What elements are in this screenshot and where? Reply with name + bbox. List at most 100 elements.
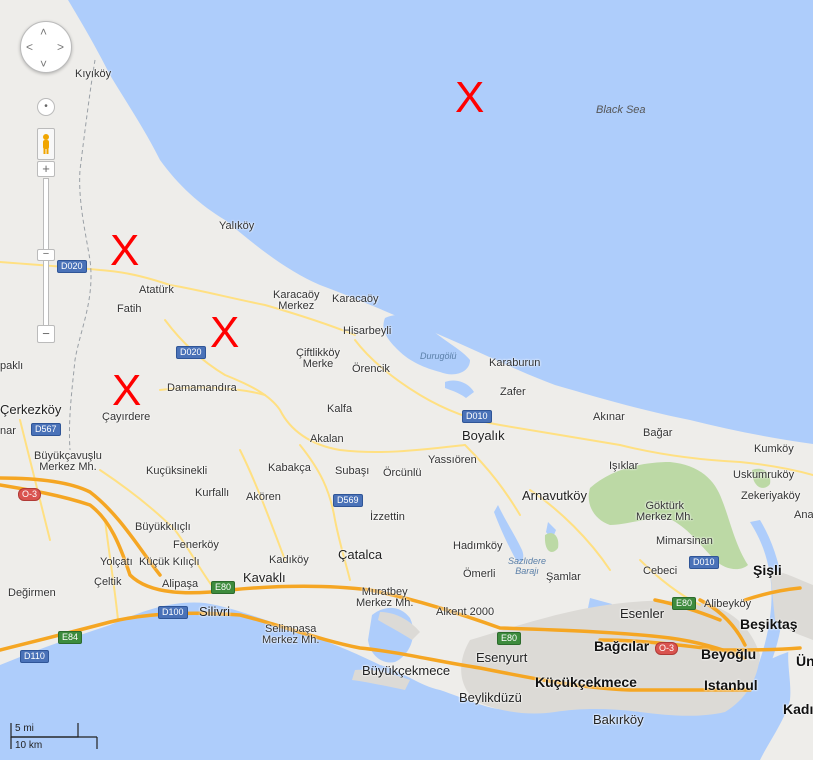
- place-kadikoy: Kadıköy: [269, 554, 309, 566]
- place-bakirkoy: Bakırköy: [593, 712, 644, 727]
- place-zafer: Zafer: [500, 386, 526, 398]
- place-omerli: Ömerli: [463, 568, 496, 580]
- pan-right-icon[interactable]: ˃: [57, 41, 64, 53]
- place-pakli: paklı: [0, 360, 24, 372]
- center-icon[interactable]: •: [37, 98, 55, 116]
- place-esenyurt: Esenyurt: [476, 650, 528, 665]
- place-ana: Ana: [794, 509, 813, 521]
- place-akalan: Akalan: [310, 433, 344, 445]
- place-boyalik: Boyalık: [462, 428, 505, 443]
- place-ataturk: Atatürk: [139, 284, 174, 296]
- place-arnavutkoy: Arnavutköy: [522, 488, 588, 503]
- pan-up-icon[interactable]: ˄: [40, 26, 47, 38]
- place-karaburun: Karaburun: [489, 357, 541, 369]
- shield-e80: E80: [497, 632, 522, 645]
- place-un: Ün: [796, 653, 813, 669]
- place-orencik: Örencik: [352, 363, 390, 375]
- place-samlar: Şamlar: [546, 571, 581, 583]
- shield-d020-west: D020: [57, 260, 87, 273]
- shield-o3-west: O-3: [18, 488, 42, 501]
- shield-d020: D020: [176, 346, 206, 359]
- place-kucukcekmece: Küçükçekmece: [535, 674, 637, 690]
- place-beylikduzu: Beylikdüzü: [459, 690, 522, 705]
- place-izzettin: İzzettin: [370, 511, 405, 523]
- place-yalikoy: Yalıköy: [219, 220, 255, 232]
- place-cerkezkoy: Çerkezköy: [0, 402, 62, 417]
- place-zekeriyakoy: Zekeriyaköy: [741, 490, 801, 502]
- place-hisarbeyli: Hisarbeyli: [343, 325, 392, 337]
- place-buyukcavuslu: Büyükçavuşlu Merkez Mh.: [34, 450, 102, 473]
- pan-control[interactable]: ˄ ˅ ˂ ˃: [20, 21, 72, 73]
- marker-x-south: X: [112, 366, 142, 415]
- shield-d010-east: D010: [689, 556, 719, 569]
- place-agacli: Bağar: [643, 427, 673, 439]
- place-cebeci: Cebeci: [643, 565, 678, 577]
- place-esenler: Esenler: [620, 606, 665, 621]
- shield-e84: E84: [58, 631, 83, 644]
- place-catalca: Çatalca: [338, 547, 383, 562]
- shield-d567: D567: [31, 423, 61, 436]
- place-yolcati: Yolçatı: [100, 556, 133, 568]
- place-selimpasa: Selimpaşa Merkez Mh.: [262, 623, 320, 646]
- pegman-icon[interactable]: [37, 128, 55, 160]
- place-uskumrukoy: Uskumruköy: [733, 469, 795, 481]
- shield-d100: D100: [158, 606, 188, 619]
- place-isiklar: Işıklar: [609, 460, 639, 472]
- place-kurfalli: Kurfallı: [195, 487, 230, 499]
- place-bagcilar: Bağcılar: [594, 638, 650, 654]
- zoom-slider-handle[interactable]: −: [37, 249, 55, 261]
- place-akpinar: Akınar: [593, 411, 625, 423]
- place-ciftlikkoy: Çiftlikköy Merke: [296, 347, 341, 370]
- place-kucuk-kilicli: Küçük Kılıçlı: [139, 556, 200, 568]
- place-karacakoy: Karacaöy: [332, 293, 379, 305]
- marker-x-black-sea: X: [455, 73, 485, 122]
- label-sazlidere: Sazlıdere Barajı: [507, 556, 547, 576]
- place-kabakca: Kabakça: [268, 462, 311, 474]
- zoom-in-button[interactable]: +: [37, 161, 55, 177]
- place-mimarsinan: Mimarsinan: [656, 535, 713, 547]
- shield-d110: D110: [20, 650, 49, 663]
- shield-e80-west: E80: [211, 581, 236, 594]
- place-alibeykoy: Alibeyköy: [704, 598, 752, 610]
- scale-miles: 5 mi: [15, 723, 34, 734]
- pan-down-icon[interactable]: ˅: [40, 58, 47, 70]
- place-buyukcekmece: Büyükçekmece: [362, 663, 451, 678]
- place-muratbey: Muratbey Merkez Mh.: [356, 586, 414, 609]
- marker-x-central: X: [210, 308, 240, 357]
- place-degirmen: Değirmen: [8, 587, 56, 599]
- place-alipasa: Alipaşa: [162, 578, 199, 590]
- shield-d010: D010: [462, 410, 492, 423]
- place-besiktas: Beşiktaş: [740, 616, 798, 632]
- place-fenerkoy: Fenerköy: [173, 539, 219, 551]
- place-karacakoy-merkez: Karacaöy Merkez: [273, 289, 320, 312]
- pegman-figure: [43, 134, 49, 154]
- place-kalfa: Kalfa: [327, 403, 353, 415]
- place-akoren: Akören: [246, 491, 281, 503]
- place-orcunlu: Örcünlü: [383, 467, 422, 479]
- place-kucuksinekli: Kuçüksinekli: [146, 465, 208, 477]
- place-kiyikoy: Kıyıköy: [75, 68, 112, 80]
- label-black-sea: Black Sea: [596, 104, 646, 116]
- place-fatih: Fatih: [117, 303, 142, 315]
- scale-km: 10 km: [15, 740, 43, 751]
- place-kadi: Kadı: [783, 701, 813, 717]
- place-damamandira: Damamandıra: [167, 382, 237, 394]
- shield-e80-east: E80: [672, 597, 697, 610]
- place-gokturk: Göktürk Merkez Mh.: [636, 500, 694, 523]
- place-silivri: Silivri: [199, 604, 231, 619]
- marker-x-north: X: [110, 226, 140, 275]
- place-kavakli: Kavaklı: [243, 570, 286, 585]
- shield-d569: D569: [333, 494, 363, 507]
- pan-left-icon[interactable]: ˂: [26, 41, 33, 53]
- place-yassioren: Yassıören: [428, 454, 477, 466]
- label-durugol: Durugölü: [420, 351, 457, 361]
- zoom-out-button[interactable]: −: [37, 325, 55, 343]
- place-istanbul: Istanbul: [704, 677, 758, 693]
- place-kumkoy: Kumköy: [754, 443, 794, 455]
- place-alkent: Alkent 2000: [436, 606, 495, 618]
- place-hadimkoy: Hadımköy: [453, 540, 503, 552]
- place-subasi: Subaşı: [335, 465, 370, 477]
- scale-bar: 5 mi 10 km: [10, 721, 100, 751]
- shield-o3: O-3: [655, 642, 679, 655]
- place-sisli: Şişli: [753, 562, 782, 578]
